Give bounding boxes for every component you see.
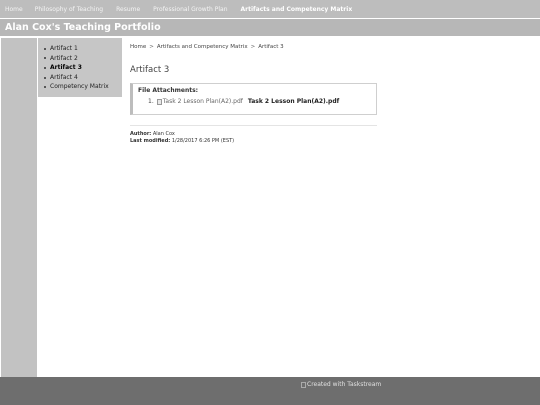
nav-artifacts-and-competency-matrix[interactable]: Artifacts and Competency Matrix xyxy=(241,6,353,13)
breadcrumb-home[interactable]: Home xyxy=(130,44,146,50)
subnav-item-label: Artifact 2 xyxy=(50,54,78,62)
page-meta: Author: Alan Cox Last modified: 1/28/201… xyxy=(130,131,380,144)
nav-home[interactable]: Home xyxy=(5,6,23,13)
author-label: Author: xyxy=(130,131,152,137)
file-attachments-box: File Attachments: 1. Task 2 Lesson Plan(… xyxy=(130,83,377,115)
bullet-icon xyxy=(44,47,46,50)
subnav-item-artifact-1[interactable]: Artifact 1 xyxy=(38,44,122,54)
subnav-item-label: Artifact 3 xyxy=(50,64,82,72)
nav-philosophy-of-teaching[interactable]: Philosophy of Teaching xyxy=(35,6,103,13)
attachment-number: 1. xyxy=(148,98,154,105)
subnav-item-artifact-4[interactable]: Artifact 4 xyxy=(38,73,122,83)
modified-label: Last modified: xyxy=(130,137,171,144)
footer: Created with Taskstream xyxy=(0,377,540,405)
attachment-item: 1. Task 2 Lesson Plan(A2).pdf Task 2 Les… xyxy=(138,98,371,105)
attachment-image-alt: Task 2 Lesson Plan(A2).pdf xyxy=(162,98,243,105)
bullet-icon xyxy=(44,66,46,69)
broken-image-icon xyxy=(156,98,162,105)
site-title: Alan Cox's Teaching Portfolio xyxy=(5,22,161,33)
breadcrumb-current: Artifact 3 xyxy=(258,44,284,50)
sub-navigation: Artifact 1 Artifact 2 Artifact 3 Artifac… xyxy=(38,38,122,97)
attachment-link[interactable]: Task 2 Lesson Plan(A2).pdf xyxy=(248,98,339,105)
subnav-item-artifact-3[interactable]: Artifact 3 xyxy=(38,63,122,73)
bullet-icon xyxy=(44,86,46,89)
nav-resume[interactable]: Resume xyxy=(116,6,140,13)
sub-navigation-list: Artifact 1 Artifact 2 Artifact 3 Artifac… xyxy=(38,44,122,92)
left-column xyxy=(1,38,37,377)
subnav-item-competency-matrix[interactable]: Competency Matrix xyxy=(38,82,122,92)
taskstream-badge-alt: Created with Taskstream xyxy=(307,381,382,388)
subnav-item-label: Artifact 1 xyxy=(50,45,78,52)
site-header: Alan Cox's Teaching Portfolio xyxy=(0,19,540,36)
breadcrumb-separator: > xyxy=(149,44,154,50)
broken-image-icon xyxy=(301,381,306,388)
bullet-icon xyxy=(44,76,46,79)
top-navigation: Home Philosophy of Teaching Resume Profe… xyxy=(0,0,540,18)
breadcrumb: Home > Artifacts and Competency Matrix >… xyxy=(130,44,380,50)
file-attachments-heading: File Attachments: xyxy=(138,87,199,94)
modified-line: Last modified: 1/28/2017 6:26 PM (EST) xyxy=(130,138,380,145)
attachment-file-icon[interactable]: Task 2 Lesson Plan(A2).pdf xyxy=(156,98,243,105)
breadcrumb-artifacts-and-competency-matrix[interactable]: Artifacts and Competency Matrix xyxy=(157,44,248,50)
divider xyxy=(130,125,377,126)
modified-date: 1/28/2017 6:26 PM (EST) xyxy=(171,137,235,144)
main-content: Home > Artifacts and Competency Matrix >… xyxy=(130,44,380,144)
page-title: Artifact 3 xyxy=(130,65,170,75)
nav-professional-growth-plan[interactable]: Professional Growth Plan xyxy=(153,6,227,13)
subnav-item-label: Artifact 4 xyxy=(50,73,78,81)
subnav-item-label: Competency Matrix xyxy=(50,83,109,91)
taskstream-badge[interactable]: Created with Taskstream xyxy=(301,381,381,388)
subnav-item-artifact-2[interactable]: Artifact 2 xyxy=(38,54,122,64)
author-name: Alan Cox xyxy=(152,131,175,137)
breadcrumb-separator: > xyxy=(250,44,256,50)
bullet-icon xyxy=(44,57,46,60)
